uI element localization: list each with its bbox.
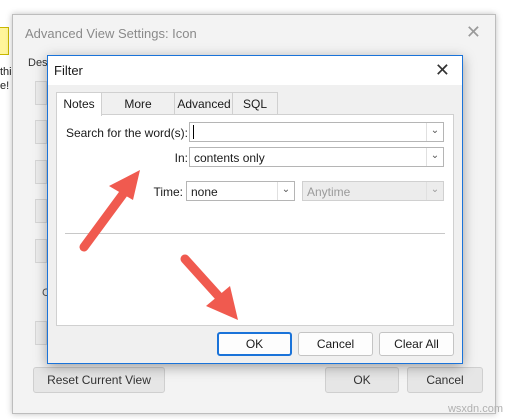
settings-button-sort[interactable] [35, 160, 47, 184]
settings-button-format[interactable] [35, 321, 47, 345]
in-dropdown[interactable]: contents only ⌄ [189, 147, 444, 167]
reset-current-view-button[interactable]: Reset Current View [33, 367, 165, 393]
chevron-down-icon[interactable]: ⌄ [426, 123, 443, 141]
settings-button-group[interactable] [35, 120, 47, 144]
chevron-down-icon: ⌄ [426, 182, 443, 200]
time-label: Time: [153, 185, 183, 199]
in-label: In: [174, 151, 188, 165]
close-icon[interactable]: ✕ [466, 22, 481, 43]
ok-button[interactable]: OK [217, 332, 292, 356]
chevron-down-icon[interactable]: ⌄ [277, 182, 294, 200]
settings-button-other[interactable] [35, 239, 47, 263]
clear-all-button[interactable]: Clear All [379, 332, 454, 356]
settings-button-columns[interactable] [35, 81, 47, 105]
separator [65, 233, 445, 234]
filter-title: Filter [54, 63, 83, 78]
time-value: none [191, 185, 218, 199]
search-words-combobox[interactable]: ⌄ [189, 122, 444, 142]
tab-advanced[interactable]: Advanced [174, 92, 234, 115]
chevron-down-icon[interactable]: ⌄ [426, 148, 443, 166]
time-dropdown[interactable]: none ⌄ [186, 181, 295, 201]
filter-dialog: Filter ✕ Notes More Choices Advanced SQL… [47, 55, 463, 364]
tab-notes[interactable]: Notes [56, 92, 102, 116]
sticky-note-edge [0, 27, 9, 55]
filter-title-bar: Filter ✕ [48, 56, 462, 85]
description-label: Des [28, 57, 48, 69]
notes-tab-panel: Search for the word(s): ⌄ In: contents o… [56, 114, 454, 326]
dialog-title: Advanced View Settings: Icon [25, 26, 197, 41]
text-caret [193, 125, 194, 139]
tab-sql[interactable]: SQL [232, 92, 278, 115]
watermark: wsxdn.com [447, 403, 503, 415]
outer-ok-button[interactable]: OK [325, 367, 399, 393]
close-icon[interactable]: ✕ [435, 60, 450, 81]
in-value: contents only [194, 151, 265, 165]
outer-cancel-button[interactable]: Cancel [407, 367, 483, 393]
time-range-dropdown: Anytime ⌄ [302, 181, 444, 201]
time-range-value: Anytime [307, 185, 351, 199]
background-text-1: thi [0, 66, 12, 78]
background-text-2: e! [0, 80, 10, 92]
settings-button-filter[interactable] [35, 199, 47, 223]
tab-more-choices[interactable]: More Choices [100, 92, 176, 133]
search-label: Search for the word(s): [65, 126, 188, 140]
cancel-button[interactable]: Cancel [298, 332, 373, 356]
